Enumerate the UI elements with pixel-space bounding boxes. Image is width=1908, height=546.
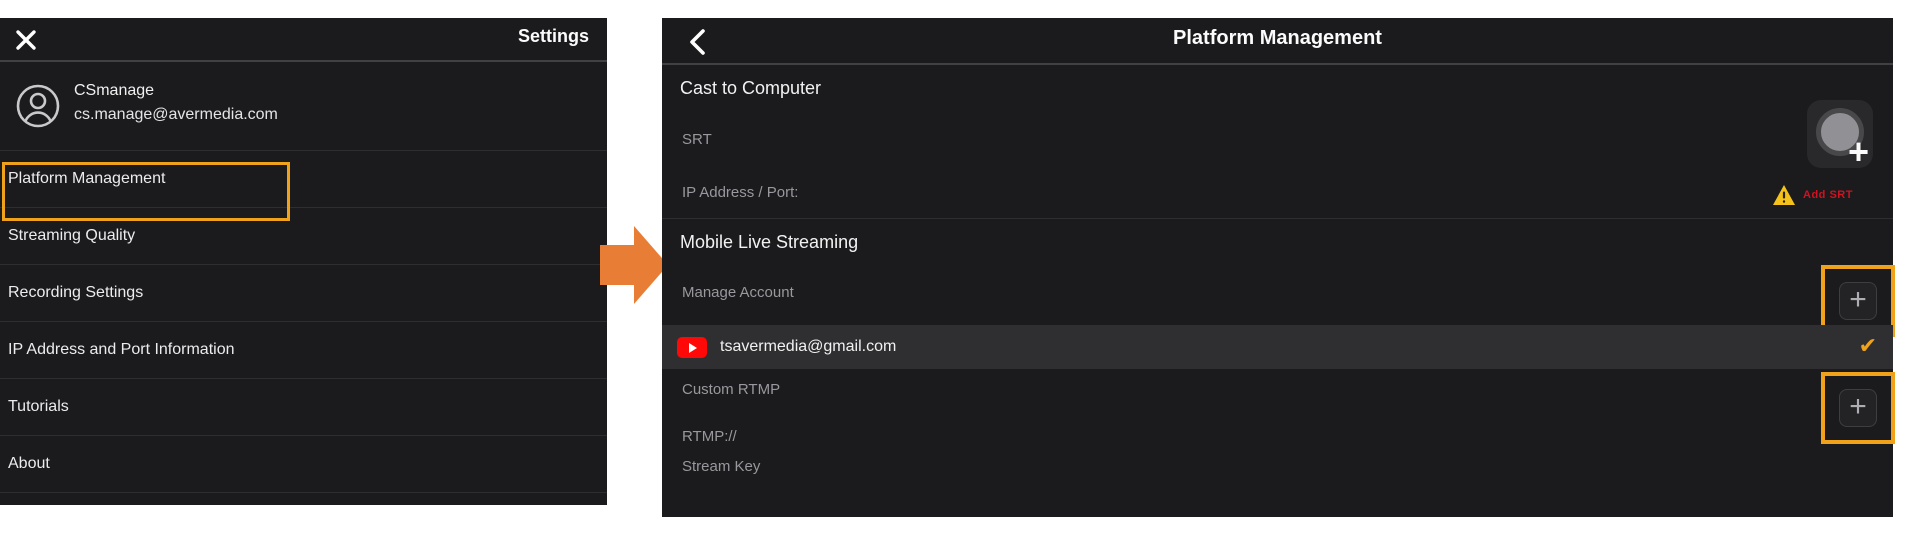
platform-management-header: Platform Management xyxy=(662,18,1893,65)
close-button[interactable] xyxy=(13,27,39,53)
menu-item-label: Recording Settings xyxy=(8,284,143,302)
profile-name: CSmanage xyxy=(74,82,278,100)
add-account-button[interactable]: + xyxy=(1839,282,1877,320)
add-srt-device-button[interactable]: + xyxy=(1807,100,1873,168)
menu-item-label: Platform Management xyxy=(8,170,165,188)
menu-item-label: About xyxy=(8,455,50,473)
back-button[interactable] xyxy=(684,28,710,56)
add-rtmp-button[interactable]: + xyxy=(1839,389,1877,427)
chevron-left-icon xyxy=(689,29,705,55)
warning-icon xyxy=(1772,184,1796,206)
profile-text: CSmanage cs.manage@avermedia.com xyxy=(74,82,278,124)
add-srt-label[interactable]: Add SRT xyxy=(1803,189,1853,201)
settings-header: Settings xyxy=(0,18,607,62)
settings-screen: Settings CSmanage cs.manage@avermedia.co… xyxy=(0,18,607,505)
menu-item-label: IP Address and Port Information xyxy=(8,341,235,359)
screenshot-canvas: Settings CSmanage cs.manage@avermedia.co… xyxy=(0,0,1908,546)
sidebar-item-recording-settings[interactable]: Recording Settings xyxy=(0,264,607,321)
sidebar-item-about[interactable]: About xyxy=(0,435,607,492)
play-icon xyxy=(689,343,697,353)
youtube-account-email: tsavermedia@gmail.com xyxy=(720,338,896,356)
settings-title: Settings xyxy=(518,26,589,47)
menu-item-label: Tutorials xyxy=(8,398,69,416)
sidebar-item-ip-address-port-info[interactable]: IP Address and Port Information xyxy=(0,321,607,378)
close-icon xyxy=(15,29,37,51)
custom-rtmp-label: Custom RTMP xyxy=(682,381,780,398)
plus-icon: + xyxy=(1848,134,1869,170)
srt-label: SRT xyxy=(682,131,712,148)
add-rtmp-highlight-box: + xyxy=(1821,372,1895,444)
sidebar-item-tutorials[interactable]: Tutorials xyxy=(0,378,607,435)
divider xyxy=(662,218,1893,219)
avatar-icon xyxy=(16,84,60,128)
menu-item-label: Streaming Quality xyxy=(8,227,135,245)
cast-to-computer-heading: Cast to Computer xyxy=(680,78,821,99)
platform-management-title: Platform Management xyxy=(662,27,1893,50)
stream-key-label: Stream Key xyxy=(682,458,760,475)
mobile-live-streaming-heading: Mobile Live Streaming xyxy=(680,232,858,253)
profile-email: cs.manage@avermedia.com xyxy=(74,106,278,124)
settings-menu: Platform Management Streaming Quality Re… xyxy=(0,150,607,492)
rtmp-url-label: RTMP:// xyxy=(682,428,737,445)
ip-address-port-label: IP Address / Port: xyxy=(682,184,798,201)
youtube-account-row[interactable]: tsavermedia@gmail.com ✔ xyxy=(662,325,1893,369)
youtube-icon xyxy=(677,337,707,358)
manage-account-label: Manage Account xyxy=(682,284,794,301)
sidebar-item-platform-management[interactable]: Platform Management xyxy=(0,150,607,207)
divider xyxy=(0,492,607,493)
plus-icon: + xyxy=(1849,392,1867,422)
flow-arrow xyxy=(600,226,668,304)
selected-check-icon: ✔ xyxy=(1859,333,1877,359)
platform-management-screen: Platform Management Cast to Computer SRT… xyxy=(662,18,1893,517)
plus-icon: + xyxy=(1849,285,1867,315)
account-profile-row[interactable]: CSmanage cs.manage@avermedia.com xyxy=(0,62,607,150)
sidebar-item-streaming-quality[interactable]: Streaming Quality xyxy=(0,207,607,264)
arrow-stem xyxy=(600,245,636,285)
